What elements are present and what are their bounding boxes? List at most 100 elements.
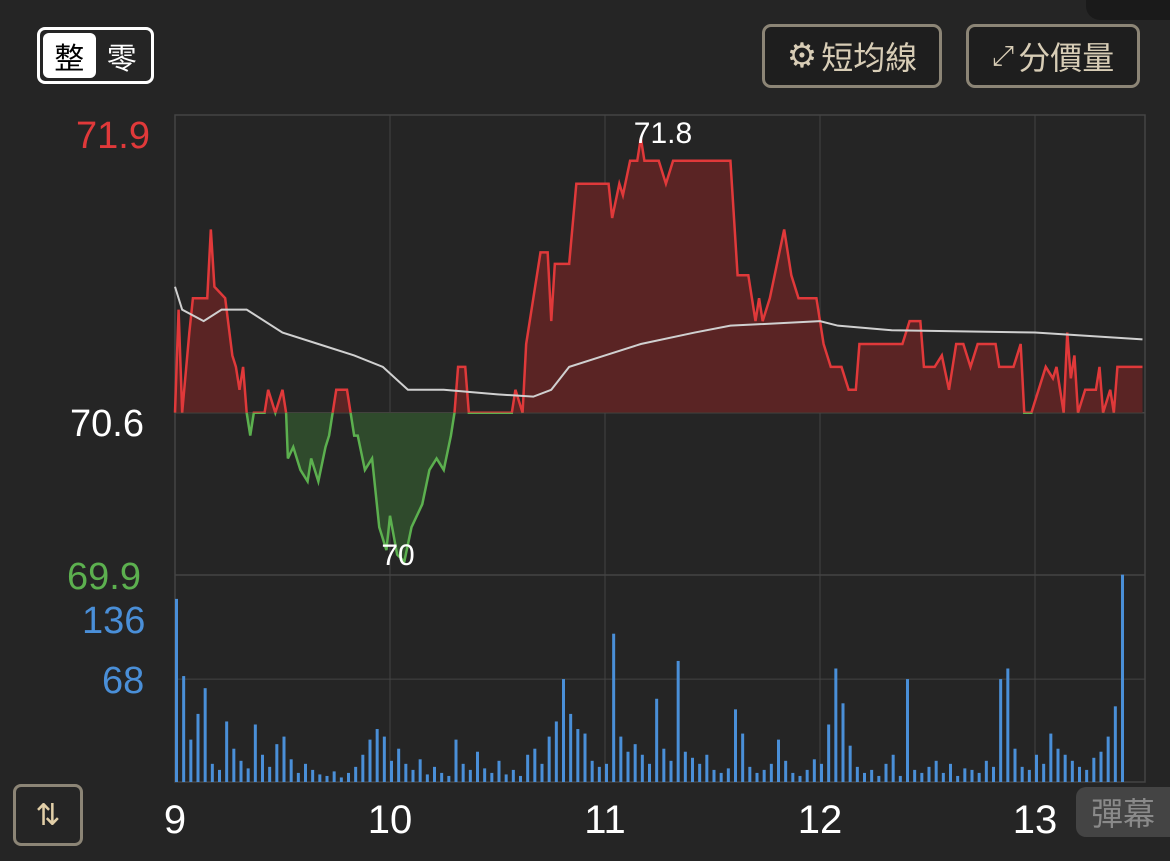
volume-bar xyxy=(1070,760,1074,782)
volume-bar xyxy=(210,763,214,782)
volume-bar xyxy=(1085,769,1089,782)
volume-bar xyxy=(984,760,988,782)
price-min-label: 69.9 xyxy=(67,556,141,598)
volume-bar xyxy=(898,775,902,782)
volume-mid-label: 68 xyxy=(102,660,145,702)
volume-bar xyxy=(597,766,601,782)
volume-bar xyxy=(569,713,573,782)
volume-bar xyxy=(232,748,236,782)
volume-bar xyxy=(762,769,766,782)
volume-bar xyxy=(511,769,515,782)
volume-bar xyxy=(812,759,816,782)
volume-bar xyxy=(870,769,874,782)
volume-bar xyxy=(640,754,644,782)
volume-bar xyxy=(920,772,924,782)
volume-bar xyxy=(992,766,995,782)
volume-bar xyxy=(325,775,329,782)
volume-bar xyxy=(906,679,909,782)
volume-bar xyxy=(490,772,494,782)
volume-bar xyxy=(390,760,393,782)
volume-bar xyxy=(368,739,372,782)
volume-bar xyxy=(977,772,981,782)
volume-bar xyxy=(1121,574,1124,782)
volume-bar xyxy=(347,772,350,782)
volume-bar xyxy=(798,775,802,782)
volume-bar xyxy=(468,769,472,782)
volume-bar xyxy=(361,754,365,782)
volume-bar xyxy=(934,760,938,782)
x-tick-9: 9 xyxy=(163,798,187,842)
volume-bar xyxy=(476,751,479,782)
volume-bar xyxy=(784,760,788,782)
volume-bar xyxy=(1078,766,1081,782)
volume-bar xyxy=(404,763,408,782)
volume-bar xyxy=(282,736,286,782)
volume-bar xyxy=(590,760,594,782)
volume-bar xyxy=(805,769,809,782)
volume-bar xyxy=(949,763,952,782)
volume-bar xyxy=(691,757,694,782)
volume-bar xyxy=(547,736,551,782)
volume-bar xyxy=(648,763,651,782)
volume-bar xyxy=(1056,748,1060,782)
volume-bar xyxy=(1035,754,1038,782)
volume-bar xyxy=(683,751,687,782)
volume-bar xyxy=(777,739,780,782)
swap-button[interactable]: ⇅ xyxy=(13,784,83,846)
volume-bar xyxy=(533,748,537,782)
volume-bar xyxy=(705,754,709,782)
volume-bar xyxy=(275,744,279,782)
swap-arrows-icon: ⇅ xyxy=(35,798,61,832)
volume-bar xyxy=(311,769,315,782)
volume-bar xyxy=(454,739,458,782)
volume-bar xyxy=(855,766,859,782)
volume-bar xyxy=(734,709,737,782)
volume-bar xyxy=(655,698,659,782)
x-tick-12: 12 xyxy=(797,798,843,842)
volume-bar xyxy=(963,768,967,782)
volume-bar xyxy=(196,713,200,782)
volume-bar xyxy=(411,769,415,782)
volume-bar xyxy=(877,775,881,782)
x-tick-13: 13 xyxy=(1012,798,1058,842)
volume-bar xyxy=(253,724,257,782)
intraday-chart xyxy=(173,114,1146,783)
volume-bar xyxy=(304,763,307,782)
volume-bar xyxy=(318,774,322,782)
volume-bar xyxy=(712,769,716,782)
x-tick-10: 10 xyxy=(367,798,413,842)
volume-bar xyxy=(769,763,773,782)
volume-bar xyxy=(748,766,752,782)
volume-bar xyxy=(425,774,429,782)
volume-bar xyxy=(239,760,243,782)
danmaku-button[interactable]: 彈幕 xyxy=(1076,787,1170,837)
volume-bar xyxy=(339,777,343,782)
volume-bar xyxy=(526,754,530,782)
volume-bar xyxy=(956,775,960,782)
volume-bar xyxy=(540,763,544,782)
volume-bar xyxy=(841,703,845,782)
volume-bar xyxy=(261,754,264,782)
volume-bar xyxy=(1006,668,1010,782)
volume-bar xyxy=(662,748,666,782)
volume-bar xyxy=(332,771,336,782)
volume-bar xyxy=(433,766,436,782)
volume-bar xyxy=(970,769,974,782)
volume-bar xyxy=(576,729,580,782)
volume-bar xyxy=(719,772,723,782)
volume-bar xyxy=(927,766,931,782)
volume-bar xyxy=(1092,757,1096,782)
volume-bar xyxy=(447,775,451,782)
volume-bar xyxy=(827,724,831,782)
volume-bar xyxy=(225,721,229,782)
volume-bar xyxy=(791,772,795,782)
volume-bar xyxy=(1013,748,1017,782)
volume-bar xyxy=(848,745,852,782)
volume-bar xyxy=(913,769,917,782)
volume-bar xyxy=(669,760,673,782)
volume-bar xyxy=(182,676,186,782)
volume-bar xyxy=(418,759,422,782)
volume-bar xyxy=(891,754,895,782)
volume-bar xyxy=(461,763,465,782)
volume-bar xyxy=(726,768,730,782)
